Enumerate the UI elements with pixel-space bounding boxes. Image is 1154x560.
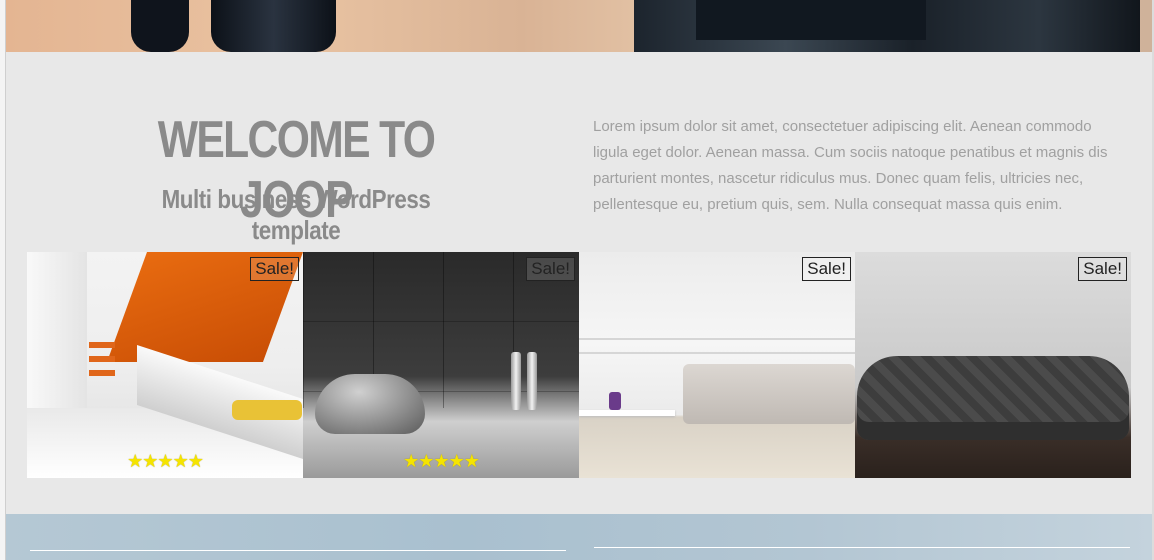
product-tile-2[interactable]: Sale! ★★★★★ (303, 252, 579, 478)
footer-divider-left (30, 550, 566, 551)
hero-bottle-middle (211, 0, 336, 52)
star-rating: ★★★★★ (127, 451, 204, 472)
sale-badge: Sale! (802, 257, 851, 281)
leather-sofa-image (857, 356, 1129, 440)
sale-badge: Sale! (1078, 257, 1127, 281)
welcome-subtitle: Multi business WordPress template (161, 184, 431, 245)
footer-band (6, 514, 1152, 560)
star-rating: ★★★★★ (403, 451, 480, 472)
hero-bottle-left (131, 0, 189, 52)
sale-badge: Sale! (250, 257, 299, 281)
product-grid: Sale! ★★★★★ Sale! ★★★★★ Sale! Sale! (27, 252, 1131, 478)
welcome-section: WELCOME TO JOOP Multi business WordPress… (6, 52, 1152, 514)
product-tile-3[interactable]: Sale! (579, 252, 855, 478)
intro-paragraph: Lorem ipsum dolor sit amet, consectetuer… (593, 118, 1108, 213)
sale-badge: Sale! (526, 257, 575, 281)
product-tile-1[interactable]: Sale! ★★★★★ (27, 252, 303, 478)
product-tile-4[interactable]: Sale! (855, 252, 1131, 478)
hero-dark-object-inner (696, 0, 926, 40)
hero-banner (6, 0, 1152, 52)
footer-divider-right (594, 547, 1130, 548)
beige-sofa-image (579, 338, 855, 340)
